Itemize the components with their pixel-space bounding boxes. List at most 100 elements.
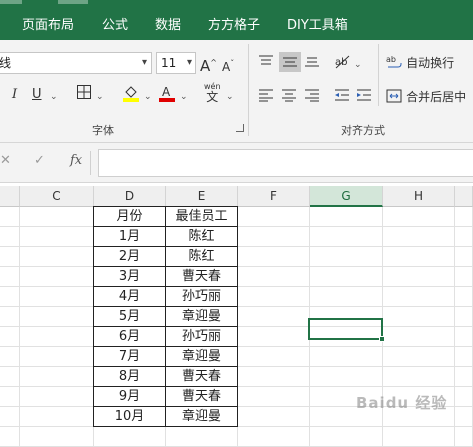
grid-cell[interactable] [238, 407, 310, 427]
grid-cell[interactable] [20, 287, 94, 307]
employee-cell[interactable]: 章迎曼 [166, 347, 238, 367]
fill-handle[interactable] [379, 336, 385, 342]
column-header-d[interactable]: D [94, 186, 166, 207]
grid-cell[interactable] [383, 367, 455, 387]
grid-cell[interactable] [455, 347, 473, 367]
grid-cell[interactable] [383, 347, 455, 367]
header-cell-employee[interactable]: 最佳员工 [166, 207, 238, 227]
grid-cell[interactable] [0, 227, 20, 247]
grid-cell[interactable] [0, 327, 20, 347]
grid-cell[interactable] [166, 427, 238, 447]
wrap-text-button[interactable]: ab 自动换行 [386, 54, 454, 73]
fill-color-button[interactable] [122, 84, 140, 108]
month-cell[interactable]: 3月 [94, 267, 166, 287]
grid-cell[interactable] [455, 287, 473, 307]
grid-cell[interactable] [20, 247, 94, 267]
month-cell[interactable]: 8月 [94, 367, 166, 387]
grid-cell[interactable] [455, 427, 473, 447]
grid-cell[interactable] [455, 307, 473, 327]
grid-cell[interactable] [0, 407, 20, 427]
employee-cell[interactable]: 陈红 [166, 247, 238, 267]
grid-cell[interactable] [310, 367, 383, 387]
employee-cell[interactable]: 曹天春 [166, 367, 238, 387]
grid-cell[interactable] [0, 247, 20, 267]
employee-cell[interactable]: 孙巧丽 [166, 287, 238, 307]
column-header-e[interactable]: E [166, 186, 238, 207]
grid-cell[interactable] [310, 347, 383, 367]
grid-cell[interactable] [383, 247, 455, 267]
align-center-button[interactable] [281, 88, 297, 108]
grid-cell[interactable] [455, 227, 473, 247]
grid-cell[interactable] [0, 427, 20, 447]
grid-cell[interactable] [238, 287, 310, 307]
font-name-select[interactable]: 线 ▾ [0, 52, 152, 74]
month-cell[interactable]: 5月 [94, 307, 166, 327]
grid-cell[interactable] [20, 307, 94, 327]
grid-cell[interactable] [20, 367, 94, 387]
grid-cell[interactable] [94, 427, 166, 447]
grid-cell[interactable] [455, 207, 473, 227]
employee-cell[interactable]: 陈红 [166, 227, 238, 247]
grid-cell[interactable] [0, 267, 20, 287]
grid-cell[interactable] [20, 267, 94, 287]
font-color-button[interactable]: A [158, 84, 176, 108]
grid-cell[interactable] [20, 407, 94, 427]
grid-cell[interactable] [20, 347, 94, 367]
grid-cell[interactable] [20, 427, 94, 447]
grid-cell[interactable] [455, 367, 473, 387]
grid-cell[interactable] [0, 387, 20, 407]
chevron-down-icon[interactable]: ⌄ [226, 88, 234, 106]
chevron-down-icon[interactable]: ⌄ [144, 88, 152, 106]
employee-cell[interactable]: 章迎曼 [166, 407, 238, 427]
grid-cell[interactable] [383, 287, 455, 307]
grid-cell[interactable] [310, 287, 383, 307]
tab-data[interactable]: 数据 [155, 14, 181, 33]
italic-button[interactable]: I [12, 86, 17, 104]
tab-diy-toolbox[interactable]: DIY工具箱 [287, 14, 348, 33]
grow-font-button[interactable]: A^ [200, 54, 217, 75]
grid-cell[interactable] [238, 347, 310, 367]
grid-cell[interactable] [20, 227, 94, 247]
grid-cell[interactable] [238, 247, 310, 267]
grid-cell[interactable] [0, 287, 20, 307]
grid-cell[interactable] [310, 207, 383, 227]
active-cell-g7[interactable] [308, 318, 385, 342]
grid-cell[interactable] [310, 267, 383, 287]
chevron-down-icon[interactable]: ⌄ [180, 88, 188, 106]
month-cell[interactable]: 7月 [94, 347, 166, 367]
grid-cell[interactable] [383, 227, 455, 247]
align-right-button[interactable] [304, 88, 320, 108]
grid-cell[interactable] [238, 367, 310, 387]
column-header-g[interactable]: G [310, 186, 383, 207]
employee-cell[interactable]: 曹天春 [166, 387, 238, 407]
grid-cell[interactable] [455, 327, 473, 347]
column-header-c[interactable]: C [20, 186, 94, 207]
formula-input[interactable] [98, 149, 473, 177]
employee-cell[interactable]: 曹天春 [166, 267, 238, 287]
shrink-font-button[interactable]: Aˇ [222, 55, 234, 76]
tab-formulas[interactable]: 公式 [102, 14, 128, 33]
column-header-partial[interactable] [455, 186, 473, 207]
grid-cell[interactable] [238, 267, 310, 287]
grid-cell[interactable] [455, 407, 473, 427]
grid-cell[interactable] [0, 347, 20, 367]
merge-center-button[interactable]: 合并后居中 [386, 88, 466, 107]
header-cell-month[interactable]: 月份 [94, 207, 166, 227]
month-cell[interactable]: 9月 [94, 387, 166, 407]
enter-icon[interactable]: ✓ [34, 153, 45, 168]
font-dialog-launcher[interactable] [236, 124, 244, 132]
employee-cell[interactable]: 孙巧丽 [166, 327, 238, 347]
grid-cell[interactable] [383, 427, 455, 447]
grid-cell[interactable] [238, 327, 310, 347]
column-header-f[interactable]: F [238, 186, 310, 207]
grid-cell[interactable] [383, 207, 455, 227]
phonetic-button[interactable]: wén 文 [204, 82, 221, 104]
align-top-button[interactable] [258, 54, 274, 74]
increase-indent-button[interactable] [356, 88, 372, 108]
tab-page-layout[interactable]: 页面布局 [22, 14, 74, 33]
align-middle-button[interactable] [279, 52, 301, 72]
grid-cell[interactable] [20, 387, 94, 407]
employee-cell[interactable]: 章迎曼 [166, 307, 238, 327]
cancel-icon[interactable]: ✕ [0, 153, 11, 168]
tab-fangfang[interactable]: 方方格子 [208, 14, 260, 33]
